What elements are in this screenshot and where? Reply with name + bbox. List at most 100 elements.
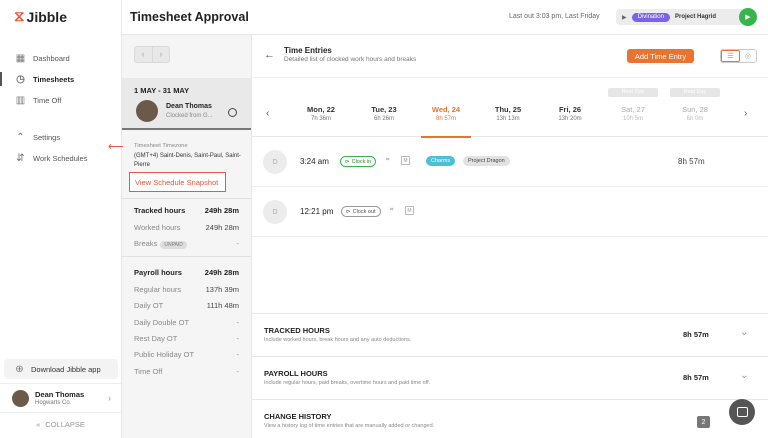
entry-time: 12:21 pm bbox=[300, 207, 334, 216]
entry-avatar: D bbox=[263, 150, 287, 174]
dashboard-icon: ▦ bbox=[15, 52, 26, 64]
daily-double-ot-row: Daily Double OT - bbox=[134, 318, 239, 327]
time-off-row: Time Off - bbox=[134, 367, 239, 376]
device-icon: ⌗ bbox=[390, 207, 394, 213]
clock-in-chip: ⊳ Clock in bbox=[340, 156, 377, 167]
activity-badge: Divination bbox=[631, 12, 670, 22]
clock-icon: ◷ bbox=[16, 73, 25, 85]
last-out-text: Last out 3:03 pm, Last Friday bbox=[509, 13, 600, 20]
employee-select-radio[interactable] bbox=[228, 108, 237, 117]
project-tag: Project Dragon bbox=[463, 156, 510, 166]
employee-avatar bbox=[136, 100, 158, 122]
sidebar-item-dashboard[interactable]: ▦ Dashboard bbox=[0, 48, 121, 68]
calendar-icon: ▥ bbox=[15, 94, 26, 106]
entry-time: 3:24 am bbox=[300, 157, 329, 166]
double-chevron-left-icon: « bbox=[36, 419, 41, 429]
clock-out-chip: ⊳ Clock out bbox=[341, 206, 381, 217]
day-mon[interactable]: Mon, 22 7h 36m bbox=[296, 105, 346, 122]
day-sat[interactable]: Sat, 27 10h 5m bbox=[608, 105, 658, 122]
day-wed[interactable]: Wed, 24 8h 57m bbox=[421, 105, 471, 138]
worked-hours-row: Worked hours 249h 28m bbox=[134, 223, 239, 232]
sidebar-item-timesheets[interactable]: ◷ Timesheets bbox=[0, 69, 121, 89]
user-org: Hogwarts Co. bbox=[35, 400, 72, 406]
activity-tag: Charms bbox=[426, 156, 456, 166]
breaks-row: Breaks UNPAID - bbox=[134, 239, 239, 249]
chat-icon bbox=[736, 407, 748, 417]
next-period-button[interactable]: › bbox=[153, 47, 170, 62]
time-entries-panel: ← Time Entries Detailed list of clocked … bbox=[252, 35, 768, 438]
time-entries-subtitle: Detailed list of clocked work hours and … bbox=[284, 56, 417, 63]
settings-icon: ⌃ bbox=[16, 131, 25, 143]
manual-entry-icon: M bbox=[405, 206, 414, 215]
period-label: 1 MAY - 31 MAY bbox=[134, 86, 190, 95]
rest-day-tag: Rest Day bbox=[670, 88, 720, 97]
day-selector: ‹ Mon, 22 7h 36m Tue, 23 6h 26m Wed, 24 … bbox=[252, 77, 768, 138]
clock-out-icon: ⊳ bbox=[346, 208, 351, 215]
clock-in-icon: ⊳ bbox=[345, 158, 350, 165]
employee-status: Clocked from G... bbox=[166, 113, 213, 119]
manual-entry-icon: M bbox=[401, 156, 410, 165]
list-view-icon[interactable]: ☰ bbox=[721, 50, 740, 62]
timezone-value: (GMT+4) Saint-Denis, Saint-Paul, Saint-P… bbox=[134, 153, 241, 168]
clock-in-play-button[interactable]: ▶ bbox=[739, 8, 757, 26]
timeline-view-icon[interactable]: ◎ bbox=[740, 50, 757, 62]
day-fri[interactable]: Fri, 26 13h 20m bbox=[545, 105, 595, 122]
sidebar-item-time-off[interactable]: ▥ Time Off bbox=[0, 90, 121, 110]
logo[interactable]: ⧖ Jibble bbox=[14, 8, 67, 25]
play-icon: ▶ bbox=[745, 14, 751, 21]
prev-period-button[interactable]: ‹ bbox=[135, 47, 153, 62]
view-toggle: ☰ ◎ bbox=[720, 49, 757, 63]
time-entry-row[interactable]: D 3:24 am ⊳ Clock in ⌗ M Charms Project … bbox=[252, 137, 768, 187]
tracked-hours-row: Tracked hours 249h 28m bbox=[134, 206, 239, 215]
add-time-entry-button[interactable]: Add Time Entry bbox=[627, 49, 694, 63]
download-icon: ⊕ bbox=[15, 363, 24, 375]
public-holiday-ot-row: Public Holiday OT - bbox=[134, 350, 239, 359]
change-history-count-badge: 2 bbox=[697, 416, 710, 428]
daily-ot-row: Daily OT 111h 48m bbox=[134, 301, 239, 310]
employee-name: Dean Thomas bbox=[166, 103, 212, 110]
jibble-logo-icon: ⧖ bbox=[14, 8, 25, 25]
avatar bbox=[12, 389, 29, 407]
annotation-arrow-icon: ⟵ bbox=[108, 141, 124, 153]
download-app-button[interactable]: ⊕ Download Jibble app bbox=[4, 359, 118, 379]
sidebar-item-work-schedules[interactable]: ⇵ Work Schedules bbox=[0, 148, 121, 168]
entry-duration: 8h 57m bbox=[678, 157, 705, 166]
current-activity-pill[interactable]: ▶ Divination Project Hagrid bbox=[616, 9, 748, 25]
chat-support-button[interactable] bbox=[729, 399, 755, 425]
chevron-down-icon[interactable]: ⌄ bbox=[740, 370, 748, 381]
timesheet-summary-panel: ‹ › 1 MAY - 31 MAY Dean Thomas Clocked f… bbox=[122, 35, 252, 438]
regular-hours-row: Regular hours 137h 39m bbox=[134, 285, 239, 294]
sidebar: ⧖ Jibble ▦ Dashboard ◷ Timesheets ▥ Time… bbox=[0, 0, 122, 438]
day-tue[interactable]: Tue, 23 6h 26m bbox=[359, 105, 409, 122]
project-name: Project Hagrid bbox=[674, 14, 716, 20]
divider bbox=[122, 198, 251, 199]
day-sun[interactable]: Sun, 28 6h 0m bbox=[670, 105, 720, 122]
page-title: Timesheet Approval bbox=[130, 10, 249, 24]
time-entry-row[interactable]: D 12:21 pm ⊳ Clock out ⌗ M bbox=[252, 187, 768, 237]
sidebar-item-settings[interactable]: ⌃ Settings bbox=[0, 127, 121, 147]
header: Timesheet Approval Last out 3:03 pm, Las… bbox=[122, 0, 768, 35]
rest-day-tag: Rest Day bbox=[608, 88, 658, 97]
user-menu[interactable]: Dean Thomas Hogwarts Co. › bbox=[0, 383, 121, 413]
payroll-hours-section[interactable]: PAYROLL HOURS Include regular hours, pai… bbox=[252, 356, 768, 399]
tracked-hours-section[interactable]: TRACKED HOURS Include worked hours, brea… bbox=[252, 313, 768, 356]
chevron-left-icon[interactable]: ‹ bbox=[266, 108, 269, 119]
back-arrow-icon[interactable]: ← bbox=[264, 49, 275, 61]
timezone-label: Timesheet Timezone bbox=[134, 143, 188, 149]
payroll-hours-row: Payroll hours 249h 28m bbox=[134, 268, 239, 277]
user-name: Dean Thomas bbox=[35, 390, 85, 399]
chevron-down-icon[interactable]: ⌄ bbox=[740, 327, 748, 338]
play-small-icon: ▶ bbox=[622, 14, 627, 21]
period-pager: ‹ › bbox=[134, 46, 170, 63]
view-schedule-snapshot-link[interactable]: View Schedule Snapshot bbox=[129, 172, 226, 192]
rest-day-ot-row: Rest Day OT - bbox=[134, 334, 239, 343]
collapse-button[interactable]: « COLLAPSE bbox=[0, 416, 121, 432]
time-entries-title: Time Entries bbox=[284, 46, 332, 55]
chevron-right-icon: › bbox=[108, 393, 111, 403]
unpaid-badge: UNPAID bbox=[160, 241, 187, 249]
chevron-right-icon[interactable]: › bbox=[744, 108, 747, 119]
change-history-section[interactable]: CHANGE HISTORY View a history log of tim… bbox=[252, 399, 768, 438]
employee-card[interactable]: 1 MAY - 31 MAY Dean Thomas Clocked from … bbox=[122, 78, 251, 130]
day-thu[interactable]: Thu, 25 13h 13m bbox=[483, 105, 533, 122]
divider bbox=[122, 256, 251, 257]
